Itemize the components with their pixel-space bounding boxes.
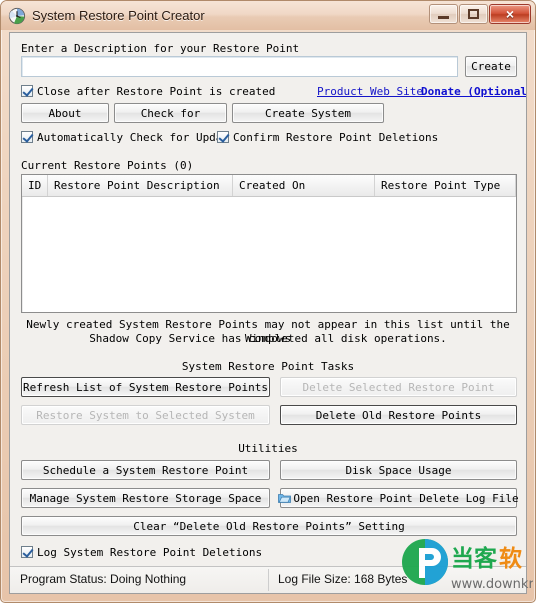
donate-link[interactable]: Donate (Optional) — [421, 85, 526, 98]
create-system-button[interactable]: Create System — [232, 103, 384, 123]
column-header-description[interactable]: Restore Point Description — [48, 175, 233, 196]
product-web-site-link[interactable]: Product Web Site — [317, 85, 423, 98]
status-separator — [268, 569, 269, 591]
check-for-updates-button[interactable]: Check for — [114, 103, 227, 123]
log-file-size-text: Log File Size: 168 Bytes — [278, 572, 408, 586]
schedule-restore-point-button[interactable]: Schedule a System Restore Point — [21, 460, 270, 480]
description-label: Enter a Description for your Restore Poi… — [21, 42, 300, 55]
close-after-create-label: Close after Restore Point is created — [37, 84, 276, 98]
log-file-icon — [278, 492, 292, 504]
close-after-create-checkbox[interactable]: Close after Restore Point is created — [21, 83, 275, 99]
close-button[interactable]: × — [489, 4, 531, 24]
checkbox-check-icon — [21, 85, 33, 97]
program-status-text: Program Status: Doing Nothing — [20, 572, 187, 586]
checkbox-check-icon — [21, 131, 33, 143]
app-window: System Restore Point Creator × Enter a D… — [0, 0, 536, 603]
tasks-section-title: System Restore Point Tasks — [181, 360, 355, 373]
column-header-id[interactable]: ID — [22, 175, 48, 196]
about-button[interactable]: About — [21, 103, 109, 123]
delete-old-restore-points-button[interactable]: Delete Old Restore Points — [280, 405, 517, 425]
minimize-button[interactable] — [429, 4, 458, 24]
confirm-deletions-checkbox[interactable]: Confirm Restore Point Deletions — [217, 129, 438, 145]
title-bar[interactable]: System Restore Point Creator × — [1, 1, 535, 30]
minimize-icon — [438, 16, 449, 19]
column-header-created-on[interactable]: Created On — [233, 175, 375, 196]
close-icon: × — [505, 6, 515, 22]
clock-restore-icon — [8, 7, 26, 25]
delete-selected-restore-point-button: Delete Selected Restore Point — [280, 377, 517, 397]
list-note-line-2: Shadow Copy Service has completed all di… — [89, 332, 447, 345]
disk-space-usage-button[interactable]: Disk Space Usage — [280, 460, 517, 480]
open-delete-log-file-label: Open Restore Point Delete Log File — [293, 491, 519, 505]
checkbox-check-icon — [21, 546, 33, 558]
client-area: Enter a Description for your Restore Poi… — [9, 32, 527, 594]
confirm-deletions-label: Confirm Restore Point Deletions — [233, 130, 439, 144]
status-bar: Program Status: Doing Nothing Log File S… — [10, 566, 526, 593]
column-header-type[interactable]: Restore Point Type — [375, 175, 516, 196]
open-delete-log-file-button[interactable]: Open Restore Point Delete Log File — [278, 488, 519, 508]
utilities-section-title: Utilities — [238, 442, 298, 455]
restore-points-list[interactable]: ID Restore Point Description Created On … — [21, 174, 517, 313]
log-deletions-label: Log System Restore Point Deletions — [37, 545, 263, 559]
content-pane: Enter a Description for your Restore Poi… — [10, 33, 526, 567]
restore-system-button: Restore System to Selected System — [21, 405, 270, 425]
manage-storage-space-button[interactable]: Manage System Restore Storage Space — [21, 488, 270, 508]
auto-check-updates-checkbox[interactable]: Automatically Check for Updates — [21, 129, 223, 145]
list-header-row: ID Restore Point Description Created On … — [22, 175, 516, 197]
clear-delete-old-setting-button[interactable]: Clear “Delete Old Restore Points” Settin… — [21, 516, 517, 536]
current-restore-points-label: Current Restore Points (0) — [21, 159, 194, 172]
auto-check-updates-label: Automatically Check for Updates — [37, 130, 223, 144]
create-button[interactable]: Create — [465, 56, 517, 77]
checkbox-check-icon — [217, 131, 229, 143]
window-title: System Restore Point Creator — [32, 8, 205, 23]
maximize-button[interactable] — [459, 4, 488, 24]
maximize-icon — [468, 9, 479, 19]
window-controls: × — [429, 4, 531, 24]
refresh-list-button[interactable]: Refresh List of System Restore Points — [21, 377, 270, 397]
description-input[interactable] — [21, 56, 458, 77]
log-deletions-checkbox[interactable]: Log System Restore Point Deletions — [21, 544, 262, 560]
